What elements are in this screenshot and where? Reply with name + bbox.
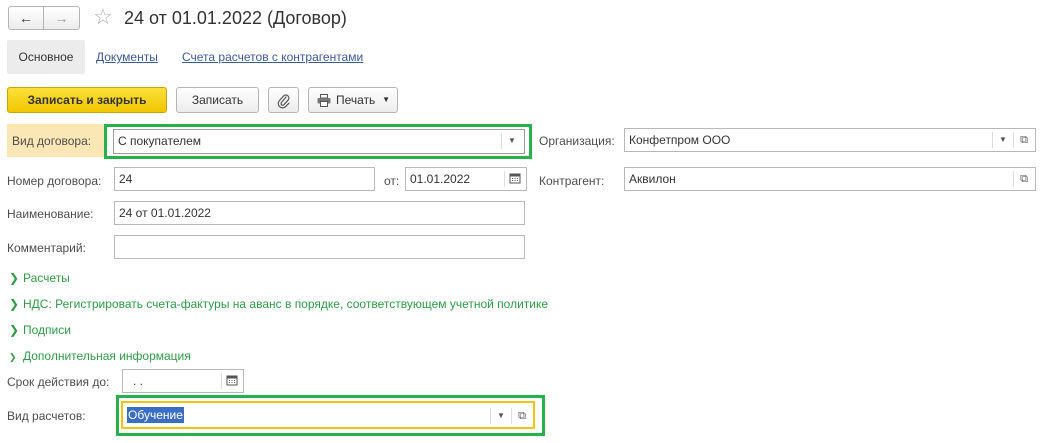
page-title: 24 от 01.01.2022 (Договор) xyxy=(124,8,347,28)
contract-type-label: Вид договора: xyxy=(12,134,92,148)
chevron-down-icon[interactable]: ▼ xyxy=(501,133,522,149)
print-button[interactable]: Печать ▼ xyxy=(308,87,398,113)
organization-select[interactable]: Конфетпром ООО ▼ ⧉ xyxy=(624,128,1036,152)
paperclip-icon xyxy=(277,94,290,109)
group-settlements-label: Расчеты xyxy=(23,271,70,285)
date-label: от: xyxy=(384,174,400,188)
arrow-left-icon: ← xyxy=(19,10,33,26)
star-icon[interactable]: ☆ xyxy=(91,6,115,30)
organization-value: Конфетпром ООО xyxy=(629,133,731,147)
save-button[interactable]: Записать xyxy=(176,87,259,113)
contract-number-value: 24 xyxy=(119,172,133,186)
forward-button[interactable]: → xyxy=(43,6,80,30)
open-icon[interactable]: ⧉ xyxy=(1013,132,1034,148)
print-button-label: Печать xyxy=(336,93,376,107)
group-vat[interactable]: ❯ НДС: Регистрировать счета-фактуры на ав… xyxy=(9,296,548,312)
valid-until-label: Срок действия до: xyxy=(7,375,110,389)
printer-icon xyxy=(317,94,331,108)
contract-type-select[interactable]: С покупателем ▼ xyxy=(113,129,525,154)
group-signatures-label: Подписи xyxy=(23,323,71,337)
counterparty-value: Аквилон xyxy=(629,172,676,186)
contract-number-label: Номер договора: xyxy=(7,174,102,188)
valid-until-input[interactable]: . . xyxy=(122,369,244,393)
group-settlements[interactable]: ❯ Расчеты xyxy=(9,270,70,286)
date-input[interactable]: 01.01.2022 xyxy=(405,167,527,191)
chevron-right-icon: ❯ xyxy=(9,271,20,285)
payment-type-select[interactable]: Обучение ▼ ⧉ xyxy=(121,401,535,429)
group-additional-info-label: Дополнительная информация xyxy=(23,349,191,363)
payment-type-label: Вид расчетов: xyxy=(7,409,86,423)
tab-documents[interactable]: Документы xyxy=(96,49,158,65)
name-label: Наименование: xyxy=(7,207,94,221)
counterparty-label: Контрагент: xyxy=(539,174,605,188)
payment-type-value: Обучение xyxy=(127,407,184,423)
counterparty-select[interactable]: Аквилон ⧉ xyxy=(624,167,1036,191)
calendar-icon[interactable] xyxy=(504,171,525,187)
open-icon[interactable]: ⧉ xyxy=(511,408,532,424)
chevron-right-icon: ❯ xyxy=(9,297,20,311)
chevron-down-icon: ▼ xyxy=(382,95,390,104)
group-signatures[interactable]: ❯ Подписи xyxy=(9,322,71,338)
attach-button[interactable] xyxy=(268,87,299,113)
comment-label: Комментарий: xyxy=(7,241,86,255)
save-and-close-button[interactable]: Записать и закрыть xyxy=(7,87,167,113)
contract-number-input[interactable]: 24 xyxy=(114,167,375,191)
name-input[interactable]: 24 от 01.01.2022 xyxy=(114,201,525,225)
chevron-right-icon: ❯ xyxy=(9,323,20,337)
chevron-down-icon[interactable]: ▼ xyxy=(490,408,511,424)
chevron-down-icon[interactable]: ▼ xyxy=(992,132,1013,148)
chevron-down-icon: ❯ xyxy=(9,352,17,362)
calendar-icon[interactable] xyxy=(221,373,242,389)
tab-main[interactable]: Основное xyxy=(7,40,85,74)
tab-settlement-accounts[interactable]: Счета расчетов с контрагентами xyxy=(182,49,363,65)
organization-label: Организация: xyxy=(539,134,615,148)
back-button[interactable]: ← xyxy=(8,6,44,30)
date-value: 01.01.2022 xyxy=(410,172,471,186)
open-icon[interactable]: ⧉ xyxy=(1013,171,1034,187)
name-value: 24 от 01.01.2022 xyxy=(119,206,211,220)
comment-input[interactable] xyxy=(114,235,525,259)
valid-until-value: . . xyxy=(133,374,144,388)
group-additional-info[interactable]: ❯ Дополнительная информация xyxy=(9,348,191,365)
contract-type-value: С покупателем xyxy=(118,134,202,148)
arrow-right-icon: → xyxy=(54,10,69,26)
group-vat-label: НДС: Регистрировать счета-фактуры на ава… xyxy=(23,297,549,311)
